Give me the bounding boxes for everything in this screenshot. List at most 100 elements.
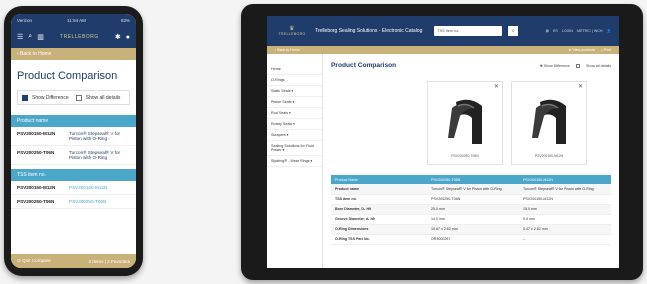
row-key: TSS item no. [331,194,427,205]
sidebar-item-rod-seals[interactable]: Rod Seals ▾ [267,108,322,119]
row-key: Bore Diameter, D₁ H9 [331,204,427,215]
cell: – [519,234,611,245]
barcode-icon[interactable]: ▥ [37,33,44,41]
back-to-home-link[interactable]: ‹ Back to Home [11,48,136,60]
sidebar-item-scrapers[interactable]: Scrapers ▾ [267,130,322,141]
table-row: TSS item no. PSV200250-T06N PSV200150-M1… [331,194,611,205]
row-value-link[interactable]: PSV200250-T06N [69,199,130,204]
cell: Turcon® Stepseal® V for Piston with O-Ri… [519,184,611,195]
cell: 14.0 mm [427,214,519,225]
sidebar-item-o-rings[interactable]: O-Rings [267,75,322,86]
subbar-actions: ★ View products ⤓ Print [568,48,611,52]
tablet-subbar: ‹ Back to Home ★ View products ⤓ Print [267,46,619,54]
login-link[interactable]: LOGIN [562,29,573,33]
compare-options: ✚ Show Difference Show all details [540,64,611,68]
search-icon: ⌕ [511,28,515,34]
show-difference-button[interactable]: ✚ Show Difference [540,64,570,68]
phone-header: ☰ ⌕ ▥ TRELLEBORG ✱ ● [11,26,136,48]
cell: Turcon® Stepseal® V for Piston with O-Ri… [427,184,519,195]
cell: PSV200250-T06N [427,194,519,205]
row-value-link[interactable]: PSV200150-M12N [69,185,130,190]
table-row: PSV200150-M12N Turcon® Stepseal® V for P… [11,127,136,146]
search-button[interactable]: ⌕ [508,26,519,36]
cell: 5.47 x 2.62 mm [519,224,611,235]
row-key: Product name [331,184,427,195]
table-row: PSV200250-T06N Turcon® Stepseal® V for P… [11,146,136,165]
tablet-body: Home O-Rings Static Seals ▾ Piston Seals… [267,54,619,268]
section-tss: TSS item no. [11,169,136,181]
sidebar-item-fluid-power[interactable]: Sealing Solutions for Fluid Power ▾ [267,141,322,156]
section-product-name: Product name [11,115,136,127]
search-icon[interactable]: ⌕ [28,33,32,41]
sidebar-item-rotary-seals[interactable]: Rotary Seals ▾ [267,119,322,130]
show-all-label: Show all details [85,94,121,101]
row-key: O-Ring TSS Part No. [331,234,427,245]
language-selector[interactable]: ES [553,29,558,33]
menu-icon[interactable]: ☰ [17,33,23,41]
row-key: PSV200150-M12N [17,185,56,190]
tablet-device: ♛ TRELLEBORG Trelleborg Sealing Solution… [241,4,643,280]
view-products-link[interactable]: ★ View products [568,48,595,52]
phone-status-bar: Verizon 11:54 AM 83% [11,14,136,26]
seal-profile-image [532,99,566,144]
show-difference-checkbox[interactable] [22,94,28,101]
settings-icon[interactable]: ✱ [115,33,121,41]
grid-icon[interactable]: ▤ [546,29,549,33]
main-content: Product Comparison ✚ Show Difference Sho… [323,54,619,268]
user-icon[interactable]: 👤 [607,29,611,33]
carrier-label: Verizon [17,17,33,23]
cell: 9.5 mm [519,214,611,225]
cell: 25.0 mm [427,204,519,215]
clock-label: 11:54 AM [67,17,86,23]
table-header-row: Product Name PSV200250-T06N PSV200150-M1… [331,175,611,184]
back-to-home-link[interactable]: ‹ Back to Home [275,48,300,52]
quit-compare-button[interactable]: ⊙ Quit Compare [17,258,51,264]
items-favorites-link[interactable]: 2 Items | 2 Favorites [88,259,130,264]
row-key: PSV200150-M12N [17,131,56,136]
unit-toggle[interactable]: METRIC | INCH [577,29,603,33]
page-title: Product Comparison [17,70,118,82]
table-row: Product name Turcon® Stepseal® V for Pis… [331,184,611,195]
app-title: Trelleborg Sealing Solutions - Electroni… [315,28,423,34]
comparison-table: Product Name PSV200250-T06N PSV200150-M1… [331,175,611,245]
close-icon[interactable]: ✕ [578,83,583,90]
sidebar-item-static-seals[interactable]: Static Seals ▾ [267,86,322,97]
cell: PSV200150-M12N [519,194,611,205]
show-difference-label: Show Difference [32,94,69,101]
tablet-screen: ♛ TRELLEBORG Trelleborg Sealing Solution… [267,16,619,268]
show-all-label: Show all details [586,64,611,68]
product-card[interactable]: ✕ PSV200150-M12N [511,81,587,165]
phone-footer: ⊙ Quit Compare 2 Items | 2 Favorites [11,254,136,268]
search-input[interactable]: TSS item no. [434,26,503,36]
row-key: O-Ring Dimensions [331,224,427,235]
table-row: Groove Diameter, d₁ h9 14.0 mm 9.5 mm [331,214,611,225]
column-header: PSV200250-T06N [427,175,519,184]
seal-profile-image [448,99,482,144]
phone-screen: Verizon 11:54 AM 83% ☰ ⌕ ▥ TRELLEBORG ✱ … [11,14,136,268]
table-row: O-Ring TSS Part No. OR3000267 – [331,234,611,245]
row-key: PSV200250-T06N [17,150,55,155]
phone-device: Verizon 11:54 AM 83% ☰ ⌕ ▥ TRELLEBORG ✱ … [4,6,143,276]
card-caption: PSV200250-T06N [451,154,479,158]
sidebar-item-piston-seals[interactable]: Piston Seals ▾ [267,97,322,108]
close-icon[interactable]: ✕ [494,83,499,90]
cell: 15.0 mm [519,204,611,215]
row-value: Turcon® Stepseal® V for Piston with O-Ri… [69,150,130,160]
column-header: Product Name [331,175,427,184]
sidebar-item-wear-rings[interactable]: Slydring® - Wear Rings ▾ [267,156,322,167]
print-link[interactable]: ⤓ Print [601,48,611,52]
search-value: TSS item no. [437,29,460,33]
show-all-checkbox[interactable] [576,64,581,68]
user-icon[interactable]: ● [126,34,130,41]
sidebar-item-home[interactable]: Home [267,64,322,75]
tablet-logo[interactable]: ♛ TRELLEBORG [275,22,309,40]
battery-label: 83% [120,17,130,23]
product-card[interactable]: ✕ PSV200250-T06N [427,81,503,165]
cell: 10.87 x 2.62 mm [427,224,519,235]
marketing-stage: Verizon 11:54 AM 83% ☰ ⌕ ▥ TRELLEBORG ✱ … [0,0,647,284]
cell: OR3000267 [427,234,519,245]
row-value: Turcon® Stepseal® V for Piston with O-Ri… [69,131,130,141]
logo-text: TRELLEBORG [278,32,306,36]
show-all-checkbox[interactable] [75,94,82,101]
compare-options: Show Difference Show all details [17,90,130,105]
